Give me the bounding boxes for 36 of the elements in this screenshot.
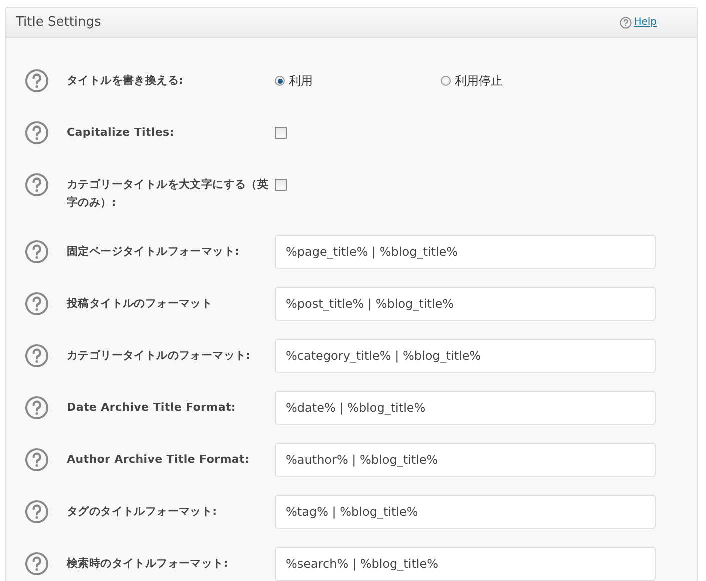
help-icon[interactable] xyxy=(25,552,49,576)
help-icon[interactable] xyxy=(25,500,49,524)
radio-option[interactable]: 利用停止 xyxy=(441,72,607,90)
radio-button[interactable] xyxy=(275,76,285,86)
help-icon[interactable] xyxy=(25,69,49,93)
setting-label: タグのタイトルフォーマット: xyxy=(67,504,218,520)
setting-label: Capitalize Titles: xyxy=(67,125,176,141)
setting-label: 検索時のタイトルフォーマット: xyxy=(67,556,230,572)
help-icon[interactable] xyxy=(25,240,49,264)
setting-label: 投稿タイトルのフォーマット xyxy=(67,296,214,312)
help-link[interactable]: Help xyxy=(634,17,657,28)
help-icon[interactable] xyxy=(25,292,49,316)
help-icon[interactable] xyxy=(25,173,49,197)
radio-option[interactable]: 利用 xyxy=(275,72,441,90)
help-icon[interactable] xyxy=(620,16,632,28)
help-icon[interactable] xyxy=(25,344,49,368)
input-field[interactable]: %date% | %blog_title% xyxy=(275,391,656,425)
setting-label: カテゴリータイトルのフォーマット: xyxy=(67,348,252,364)
input-field[interactable]: %author% | %blog_title% xyxy=(275,443,656,477)
input-field[interactable]: %search% | %blog_title% xyxy=(275,547,656,581)
radio-button[interactable] xyxy=(441,76,451,86)
setting-label: カテゴリータイトルを大文字にする（英字のみ）: xyxy=(67,177,270,211)
checkbox[interactable] xyxy=(275,127,287,139)
input-field[interactable]: %post_title% | %blog_title% xyxy=(275,287,656,321)
setting-label: タイトルを書き換える: xyxy=(67,73,185,89)
checkbox[interactable] xyxy=(275,179,287,191)
input-field[interactable]: %page_title% | %blog_title% xyxy=(275,235,656,269)
setting-label: Author Archive Title Format: xyxy=(67,452,251,468)
help-icon[interactable] xyxy=(25,121,49,145)
input-field[interactable]: %category_title% | %blog_title% xyxy=(275,339,656,373)
panel-title: Title Settings xyxy=(16,15,102,30)
setting-label: Date Archive Title Format: xyxy=(67,400,238,416)
help-icon[interactable] xyxy=(25,448,49,472)
help-icon[interactable] xyxy=(25,396,49,420)
input-field[interactable]: %tag% | %blog_title% xyxy=(275,495,656,529)
setting-label: 固定ページタイトルフォーマット: xyxy=(67,244,241,260)
